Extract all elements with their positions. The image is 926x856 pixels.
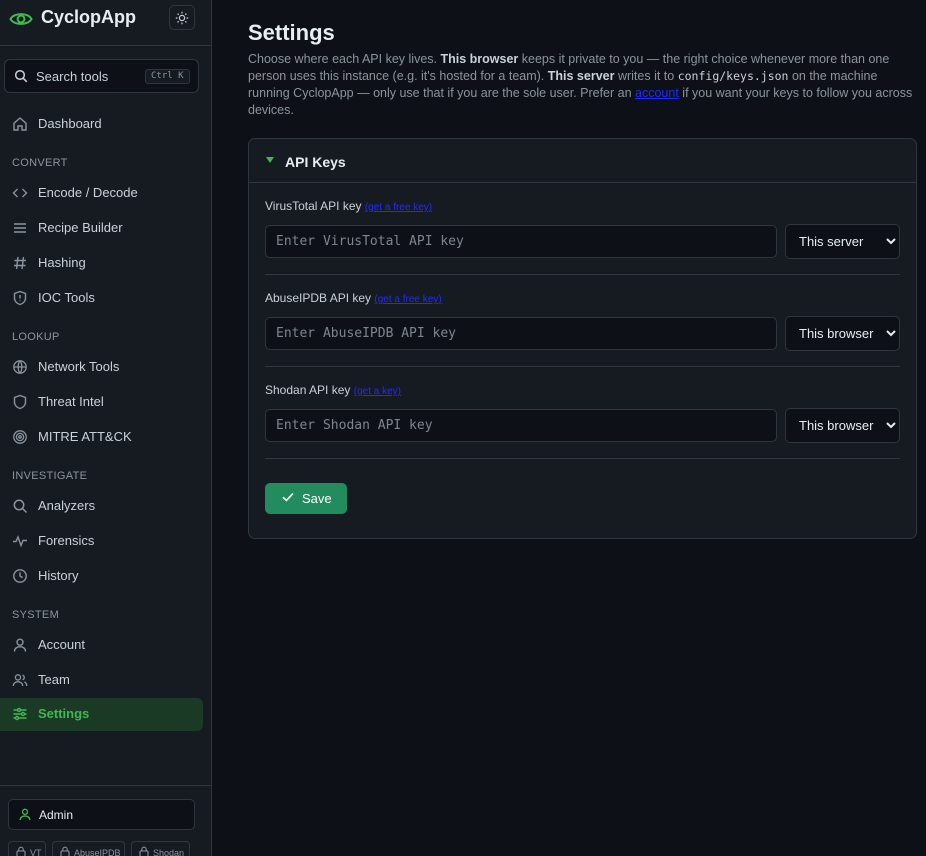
sidebar-item-label: Network Tools: [38, 359, 120, 374]
sidebar-footer: Admin VT AbuseIPDB Shodan: [0, 785, 211, 856]
abuseipdb-storage-select[interactable]: This browser This server: [785, 316, 900, 351]
abuseipdb-key-input[interactable]: [265, 317, 777, 350]
sidebar-item-label: Settings: [38, 706, 90, 721]
lock-icon: [16, 846, 26, 856]
sidebar: CyclopApp Search tools Ctrl K Dashboard: [0, 0, 212, 856]
magnifier-icon: [12, 498, 28, 514]
sidebar-item-label: Forensics: [38, 533, 95, 548]
eye-logo-icon: [9, 7, 33, 31]
virustotal-key-label: VirusTotal API key (get a free key): [265, 199, 433, 213]
target-icon: [12, 429, 28, 445]
sliders-icon: [12, 706, 28, 722]
abuseipdb-get-key-link[interactable]: (get a free key): [374, 294, 441, 305]
sidebar-item-network-tools[interactable]: Network Tools: [0, 351, 203, 384]
virustotal-key-input[interactable]: [265, 225, 777, 258]
code-icon: [12, 185, 28, 201]
lock-icon: [139, 846, 149, 856]
shodan-storage-select[interactable]: This browser This server: [785, 408, 900, 443]
sidebar-item-label: Dashboard: [38, 116, 102, 131]
sidebar-item-ioc-tools[interactable]: IOC Tools: [0, 282, 203, 315]
section-label-convert: CONVERT: [12, 157, 68, 169]
sidebar-item-account[interactable]: Account: [0, 629, 203, 662]
key-status-chip-vt: VT: [8, 841, 46, 856]
clock-icon: [12, 568, 28, 584]
check-icon: [282, 492, 294, 502]
shodan-get-key-link[interactable]: (get a key): [354, 386, 401, 397]
shield-alert-icon: [12, 290, 28, 306]
search-placeholder: Search tools: [36, 69, 109, 84]
user-icon: [12, 637, 28, 653]
brand-header: CyclopApp: [0, 0, 211, 46]
sidebar-item-label: History: [38, 568, 79, 583]
sidebar-item-settings[interactable]: Settings: [0, 698, 203, 731]
sidebar-item-mitre[interactable]: MITRE ATT&CK: [0, 421, 203, 454]
virustotal-get-key-link[interactable]: (get a free key): [365, 202, 432, 213]
api-keys-title: API Keys: [285, 154, 346, 170]
user-icon: [19, 808, 31, 821]
shodan-key-input[interactable]: [265, 409, 777, 442]
activity-icon: [12, 533, 28, 549]
sidebar-item-label: Recipe Builder: [38, 220, 123, 235]
caret-down-icon: [266, 157, 274, 163]
section-label-lookup: LOOKUP: [12, 331, 60, 343]
sidebar-item-label: Team: [38, 672, 70, 687]
sidebar-item-label: MITRE ATT&CK: [38, 429, 132, 444]
sidebar-item-label: IOC Tools: [38, 290, 95, 305]
sidebar-item-label: Account: [38, 637, 85, 652]
sidebar-item-label: Hashing: [38, 255, 86, 270]
theme-toggle-button[interactable]: [169, 5, 195, 30]
account-link[interactable]: account: [635, 86, 679, 100]
section-label-investigate: INVESTIGATE: [12, 470, 88, 482]
globe-icon: [12, 359, 28, 375]
chip-label: AbuseIPDB: [74, 848, 121, 856]
search-shortcut-badge: Ctrl K: [145, 69, 190, 84]
hash-icon: [12, 255, 28, 271]
sidebar-item-label: Analyzers: [38, 498, 96, 513]
app-name: CyclopApp: [41, 7, 137, 27]
section-label-system: SYSTEM: [12, 609, 60, 621]
shield-icon: [12, 394, 28, 410]
user-badge[interactable]: Admin: [8, 799, 195, 830]
page-title: Settings: [248, 20, 335, 45]
sidebar-item-hashing[interactable]: Hashing: [0, 247, 203, 280]
divider: [265, 458, 900, 459]
sidebar-item-team[interactable]: Team: [0, 664, 203, 697]
virustotal-storage-select[interactable]: This browser This server: [785, 224, 900, 259]
abuseipdb-key-label: AbuseIPDB API key (get a free key): [265, 291, 442, 305]
api-keys-panel-header[interactable]: API Keys: [249, 139, 916, 183]
sun-icon: [175, 11, 189, 25]
home-icon: [12, 116, 28, 132]
lock-icon: [60, 846, 70, 856]
divider: [265, 274, 900, 275]
search-tools-input[interactable]: Search tools Ctrl K: [4, 59, 199, 93]
users-icon: [12, 672, 28, 688]
sidebar-item-recipe-builder[interactable]: Recipe Builder: [0, 212, 203, 245]
shodan-key-label: Shodan API key (get a key): [265, 383, 401, 397]
divider: [265, 366, 900, 367]
settings-intro: Choose where each API key lives. This br…: [248, 52, 913, 117]
save-button-label: Save: [302, 491, 332, 506]
user-name: Admin: [39, 808, 74, 822]
api-keys-panel: API Keys VirusTotal API key (get a free …: [248, 138, 917, 539]
search-icon: [14, 69, 28, 83]
sidebar-item-dashboard[interactable]: Dashboard: [0, 108, 203, 141]
sidebar-item-history[interactable]: History: [0, 560, 203, 593]
main-content: Settings Choose where each API key lives…: [212, 0, 926, 856]
sidebar-item-encode-decode[interactable]: Encode / Decode: [0, 177, 203, 210]
list-icon: [12, 220, 28, 236]
sidebar-item-forensics[interactable]: Forensics: [0, 525, 203, 558]
sidebar-item-analyzers[interactable]: Analyzers: [0, 490, 203, 523]
sidebar-item-threat-intel[interactable]: Threat Intel: [0, 386, 203, 419]
chip-label: Shodan: [153, 848, 185, 856]
sidebar-item-label: Threat Intel: [38, 394, 104, 409]
key-status-chip-abuseipdb: AbuseIPDB: [52, 841, 125, 856]
key-status-chip-shodan: Shodan: [131, 841, 190, 856]
save-button[interactable]: Save: [265, 483, 347, 514]
config-path: config/keys.json: [677, 69, 789, 83]
sidebar-item-label: Encode / Decode: [38, 185, 138, 200]
chip-label: VT: [30, 848, 42, 856]
